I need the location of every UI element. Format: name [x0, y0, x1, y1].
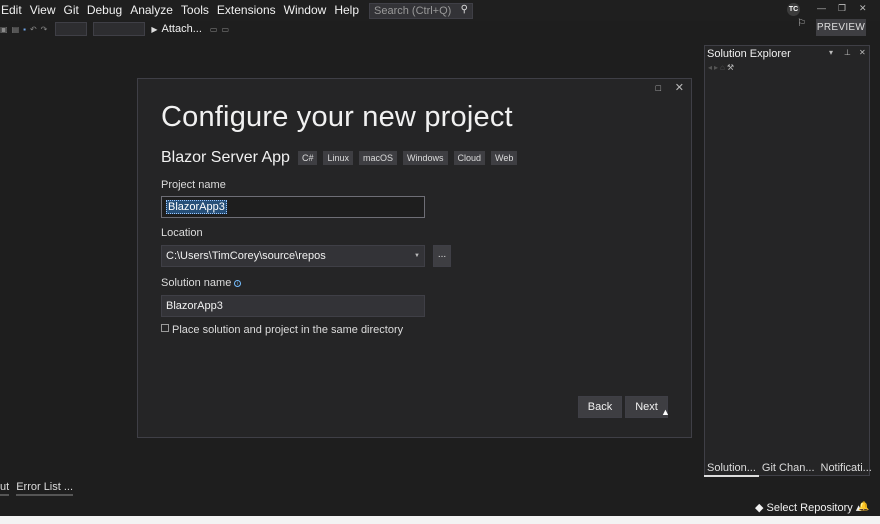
panel-menu-icon[interactable]: ▾ — [829, 48, 833, 57]
solution-explorer-panel: Solution Explorer ▾ ⊥ ✕ ◂▸⌂⚒ — [704, 45, 870, 476]
preview-badge[interactable]: PREVIEW — [816, 19, 866, 36]
project-name-input[interactable]: BlazorApp3 — [161, 196, 425, 218]
minimize-icon[interactable]: — — [817, 3, 826, 13]
config-dropdown[interactable] — [55, 22, 88, 36]
project-name-value: BlazorApp3 — [166, 200, 227, 214]
search-input[interactable]: Search (Ctrl+Q) ⚲ — [369, 2, 473, 19]
same-directory-checkbox[interactable] — [161, 324, 169, 332]
tag-csharp: C# — [297, 151, 318, 165]
platform-dropdown[interactable] — [93, 22, 146, 36]
tab-error-list[interactable]: Error List ... — [16, 481, 74, 496]
open-icon[interactable]: ▤ — [12, 25, 20, 34]
tag-linux: Linux — [323, 151, 353, 165]
restore-icon[interactable]: ❐ — [838, 3, 846, 14]
save-icon[interactable]: ▪ — [23, 25, 26, 34]
project-name-label: Project name — [161, 179, 226, 191]
solution-name-label-row: Solution name i — [161, 277, 242, 289]
redo-icon[interactable]: ↷ — [41, 25, 48, 34]
dialog-title: Configure your new project — [161, 101, 513, 133]
tab-git-changes[interactable]: Git Chan... — [759, 461, 818, 477]
tag-windows: Windows — [403, 151, 448, 165]
toolbar: ▣ ▤ ▪ ↶ ↷ ▶ Attach... ▭ ▭ — [0, 21, 700, 37]
solution-name-input[interactable]: BlazorApp3 — [161, 295, 425, 317]
tab-notifications[interactable]: Notificati... — [818, 461, 875, 477]
chevron-down-icon[interactable]: ▼ — [414, 246, 420, 266]
tab-solution[interactable]: Solution... — [704, 461, 759, 477]
close-window-icon[interactable]: ✕ — [859, 3, 867, 14]
maximize-icon[interactable]: □ — [656, 83, 661, 93]
tab-output[interactable]: ut — [0, 481, 10, 496]
status-bar: ◆ Select Repository ▴ 🔔 — [0, 500, 880, 516]
menu-git[interactable]: Git — [59, 0, 82, 21]
home-icon[interactable]: ⌂ — [720, 63, 727, 72]
search-placeholder: Search (Ctrl+Q) — [374, 4, 452, 17]
template-row: Blazor Server App C# Linux macOS Windows… — [161, 149, 523, 167]
menu-debug[interactable]: Debug — [83, 0, 126, 21]
tag-web: Web — [491, 151, 518, 165]
template-name: Blazor Server App — [161, 149, 290, 166]
same-directory-row[interactable]: Place solution and project in the same d… — [161, 324, 403, 336]
repo-icon: ◆ — [755, 502, 764, 514]
solution-explorer-toolbar: ◂▸⌂⚒ — [708, 63, 736, 72]
tag-cloud: Cloud — [453, 151, 486, 165]
back-button[interactable]: Back — [578, 396, 622, 418]
solution-name-label: Solution name — [161, 277, 232, 289]
play-icon[interactable]: ▶ — [151, 25, 157, 34]
wrench-icon[interactable]: ⚒ — [727, 63, 736, 72]
attach-button[interactable]: Attach... — [162, 23, 202, 35]
toolbar-icon-b[interactable]: ▭ — [221, 25, 229, 34]
browse-button[interactable]: ... — [433, 245, 451, 267]
bottom-tool-tabs: ut Error List ... — [0, 481, 80, 496]
select-repository-label: Select Repository — [766, 502, 853, 514]
solution-explorer-title: Solution Explorer — [707, 48, 791, 60]
window-bottom-edge — [0, 516, 880, 524]
location-value: C:\Users\TimCorey\source\repos — [166, 250, 326, 262]
account-avatar[interactable]: TC — [787, 3, 800, 16]
same-directory-label: Place solution and project in the same d… — [172, 324, 404, 336]
menu-extensions[interactable]: Extensions — [213, 0, 280, 21]
menu-edit[interactable]: Edit — [0, 0, 26, 21]
bell-icon[interactable]: 🔔 — [858, 501, 869, 512]
menu-view[interactable]: View — [26, 0, 60, 21]
select-repository-button[interactable]: ◆ Select Repository ▴ — [755, 501, 861, 514]
menu-bar: Edit View Git Debug Analyze Tools Extens… — [0, 0, 880, 21]
mouse-cursor-icon: ▲ — [661, 407, 670, 417]
feedback-icon[interactable]: ⚐ — [797, 18, 806, 29]
menu-help[interactable]: Help — [330, 0, 363, 21]
undo-icon[interactable]: ↶ — [30, 25, 37, 34]
menu-analyze[interactable]: Analyze — [126, 0, 177, 21]
info-icon[interactable]: i — [234, 279, 242, 287]
location-input[interactable]: C:\Users\TimCorey\source\repos ▼ — [161, 245, 425, 267]
new-item-icon[interactable]: ▣ — [0, 25, 8, 34]
configure-project-dialog: □ ✕ Configure your new project Blazor Se… — [137, 78, 692, 438]
search-icon: ⚲ — [460, 3, 468, 15]
toolbar-icon-a[interactable]: ▭ — [210, 25, 218, 34]
location-label: Location — [161, 227, 203, 239]
panel-close-icon[interactable]: ✕ — [859, 48, 866, 57]
close-icon[interactable]: ✕ — [675, 81, 684, 94]
tag-macos: macOS — [358, 151, 397, 165]
menu-window[interactable]: Window — [280, 0, 331, 21]
solution-explorer-tabs: Solution... Git Chan... Notificati... — [704, 461, 872, 477]
solution-name-value: BlazorApp3 — [166, 300, 223, 312]
menu-tools[interactable]: Tools — [177, 0, 213, 21]
pin-icon[interactable]: ⊥ — [844, 48, 851, 57]
